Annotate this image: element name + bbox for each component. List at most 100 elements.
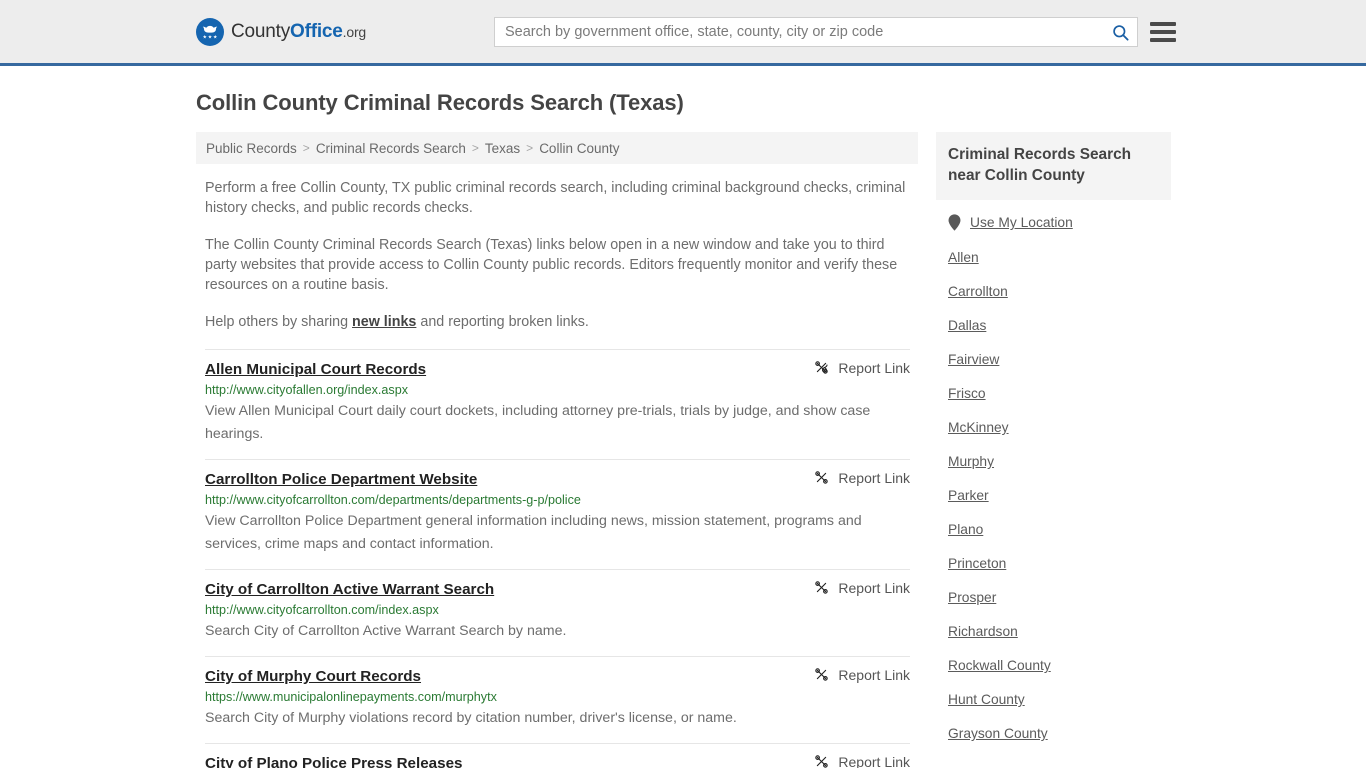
- sidebar-item-fairview[interactable]: Fairview: [948, 352, 1171, 367]
- sidebar-link[interactable]: Frisco: [948, 386, 986, 401]
- result-description: Search City of Carrollton Active Warrant…: [205, 623, 567, 639]
- breadcrumb-item-collin-county[interactable]: Collin County: [539, 141, 619, 156]
- result-item: City of Plano Police Press Releases Repo…: [205, 743, 910, 768]
- sidebar-item-grayson-county[interactable]: Grayson County: [948, 726, 1171, 741]
- intro-text-after-link: and reporting broken links.: [416, 314, 589, 330]
- logo-text-county: County: [231, 20, 291, 42]
- breadcrumb-item-criminal-records-search[interactable]: Criminal Records Search: [316, 141, 466, 156]
- sidebar-item-murphy[interactable]: Murphy: [948, 454, 1171, 469]
- menu-bar-2: [1150, 30, 1176, 34]
- report-link-label: Report Link: [838, 359, 910, 376]
- sidebar-link-use-my-location[interactable]: Use My Location: [970, 215, 1073, 230]
- sidebar-link[interactable]: McKinney: [948, 420, 1009, 435]
- result-title-link[interactable]: City of Plano Police Press Releases: [205, 755, 462, 768]
- report-link-label: Report Link: [838, 469, 910, 486]
- report-link-label: Report Link: [838, 753, 910, 768]
- intro-text-before-link: Help others by sharing: [205, 314, 353, 330]
- breadcrumb-item-public-records[interactable]: Public Records: [206, 141, 297, 156]
- page-title: Collin County Criminal Records Search (T…: [196, 90, 684, 115]
- broken-link-icon: [815, 755, 829, 768]
- new-links-link[interactable]: new links: [352, 314, 416, 330]
- sidebar-item-parker[interactable]: Parker: [948, 488, 1171, 503]
- intro-paragraph-2: The Collin County Criminal Records Searc…: [205, 237, 898, 293]
- search-button[interactable]: [1103, 18, 1137, 46]
- result-title-link[interactable]: City of Murphy Court Records: [205, 668, 421, 685]
- sidebar-item-plano[interactable]: Plano: [948, 522, 1171, 537]
- report-link-button[interactable]: Report Link: [813, 753, 910, 768]
- result-title-link[interactable]: Carrollton Police Department Website: [205, 471, 477, 488]
- result-url-link[interactable]: http://www.cityofcarrollton.com/index.as…: [205, 601, 910, 619]
- search-icon: [1112, 24, 1129, 41]
- sidebar-item-dallas[interactable]: Dallas: [948, 318, 1171, 333]
- report-link-button[interactable]: Report Link: [813, 579, 910, 596]
- broken-link-icon: [815, 471, 829, 484]
- result-description: View Allen Municipal Court daily court d…: [205, 403, 871, 442]
- sidebar-link[interactable]: Parker: [948, 488, 989, 503]
- result-description: Search City of Murphy violations record …: [205, 710, 737, 726]
- sidebar-link[interactable]: Princeton: [948, 556, 1006, 571]
- intro-paragraph-3: Help others by sharing new links and rep…: [205, 312, 910, 332]
- sidebar-item-allen[interactable]: Allen: [948, 250, 1171, 265]
- breadcrumb-separator: >: [302, 141, 310, 155]
- broken-link-icon: [815, 581, 829, 594]
- sidebar-link[interactable]: Carrollton: [948, 284, 1008, 299]
- breadcrumb-separator: >: [471, 141, 479, 155]
- sidebar-item-richardson[interactable]: Richardson: [948, 624, 1171, 639]
- broken-link-icon: [815, 361, 829, 374]
- sidebar-item-frisco[interactable]: Frisco: [948, 386, 1171, 401]
- eagle-emblem-icon: [196, 17, 224, 46]
- sidebar-link[interactable]: Allen: [948, 250, 979, 265]
- search-input[interactable]: [495, 18, 1103, 46]
- report-link-button[interactable]: Report Link: [813, 469, 910, 486]
- sidebar-item-prosper[interactable]: Prosper: [948, 590, 1171, 605]
- sidebar-location-list: Use My Location Allen Carrollton Dallas …: [936, 214, 1171, 741]
- sidebar-link[interactable]: Grayson County: [948, 726, 1048, 741]
- intro-section: Perform a free Collin County, TX public …: [196, 178, 918, 332]
- breadcrumb-separator: >: [526, 141, 534, 155]
- logo-text-org: .org: [342, 23, 367, 40]
- sidebar-link[interactable]: Murphy: [948, 454, 994, 469]
- result-item: Allen Municipal Court Records Report Lin…: [205, 349, 910, 459]
- sidebar: Criminal Records Search near Collin Coun…: [936, 132, 1171, 768]
- sidebar-link[interactable]: Prosper: [948, 590, 996, 605]
- sidebar-link[interactable]: Fairview: [948, 352, 999, 367]
- report-link-button[interactable]: Report Link: [813, 359, 910, 376]
- report-link-label: Report Link: [838, 666, 910, 683]
- logo-text-office: Office: [290, 20, 343, 42]
- search-bar[interactable]: [494, 17, 1138, 47]
- content-columns: Public Records > Criminal Records Search…: [196, 132, 1366, 768]
- page-body: Collin County Criminal Records Search (T…: [0, 90, 1366, 768]
- report-link-button[interactable]: Report Link: [813, 666, 910, 683]
- breadcrumb-item-texas[interactable]: Texas: [485, 141, 520, 156]
- result-item: City of Murphy Court Records Report Link…: [205, 656, 910, 743]
- sidebar-item-hunt-county[interactable]: Hunt County: [948, 692, 1171, 707]
- menu-bar-3: [1150, 38, 1176, 42]
- result-url-link[interactable]: http://www.cityofcarrollton.com/departme…: [205, 491, 910, 509]
- sidebar-item-rockwall-county[interactable]: Rockwall County: [948, 658, 1171, 673]
- sidebar-heading: Criminal Records Search near Collin Coun…: [936, 132, 1171, 200]
- sidebar-link[interactable]: Plano: [948, 522, 983, 537]
- site-logo[interactable]: CountyOffice.org: [196, 17, 367, 46]
- result-title-link[interactable]: City of Carrollton Active Warrant Search: [205, 581, 494, 598]
- result-item: Carrollton Police Department Website Rep…: [205, 459, 910, 569]
- results-list: Allen Municipal Court Records Report Lin…: [196, 349, 918, 768]
- sidebar-item-use-my-location[interactable]: Use My Location: [948, 214, 1171, 231]
- result-url-link[interactable]: https://www.municipalonlinepayments.com/…: [205, 688, 910, 706]
- map-pin-icon: [948, 214, 961, 231]
- sidebar-link[interactable]: Dallas: [948, 318, 986, 333]
- breadcrumb: Public Records > Criminal Records Search…: [196, 132, 918, 164]
- menu-bar-1: [1150, 22, 1176, 26]
- hamburger-menu-icon[interactable]: [1150, 20, 1176, 44]
- sidebar-link[interactable]: Rockwall County: [948, 658, 1051, 673]
- sidebar-item-princeton[interactable]: Princeton: [948, 556, 1171, 571]
- result-title-link[interactable]: Allen Municipal Court Records: [205, 361, 426, 378]
- sidebar-link[interactable]: Hunt County: [948, 692, 1025, 707]
- report-link-label: Report Link: [838, 579, 910, 596]
- result-description: View Carrollton Police Department genera…: [205, 513, 862, 552]
- result-url-link[interactable]: http://www.cityofallen.org/index.aspx: [205, 381, 910, 399]
- sidebar-link[interactable]: Richardson: [948, 624, 1018, 639]
- sidebar-item-carrollton[interactable]: Carrollton: [948, 284, 1171, 299]
- sidebar-item-mckinney[interactable]: McKinney: [948, 420, 1171, 435]
- broken-link-icon: [815, 668, 829, 681]
- site-header: CountyOffice.org: [0, 0, 1366, 66]
